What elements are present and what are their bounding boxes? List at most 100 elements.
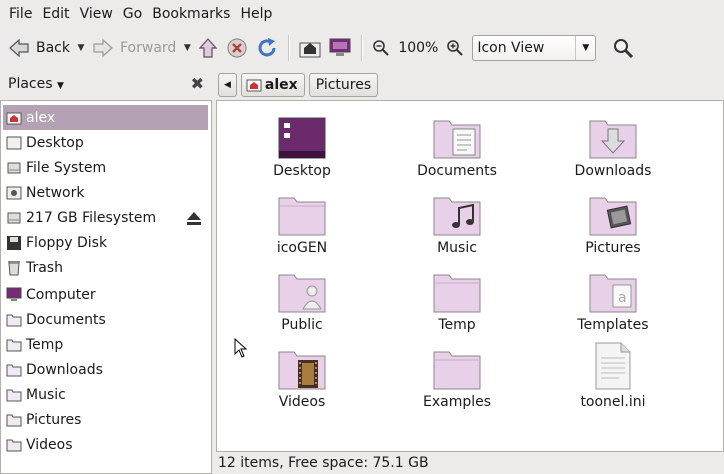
computer-icon: [6, 287, 22, 303]
sidebar-item-file-system[interactable]: File System: [3, 155, 208, 180]
file-label: Public: [281, 317, 323, 333]
file-label: Examples: [422, 394, 492, 410]
desktop-icon: [6, 135, 22, 151]
view-mode-select[interactable]: Icon View ▼: [472, 35, 597, 61]
file-item-templates[interactable]: a Templates: [553, 271, 673, 333]
file-item-music[interactable]: Music: [397, 194, 517, 256]
up-button[interactable]: [194, 32, 222, 64]
zoom-level: 100%: [398, 40, 439, 56]
zoom-out-icon: [373, 40, 390, 56]
toolbar-separator: [361, 35, 363, 61]
chevron-down-icon: ▼: [575, 36, 595, 60]
home-folder-icon: [6, 110, 22, 126]
sidebar-item-music[interactable]: Music: [3, 382, 208, 407]
stop-button[interactable]: [222, 32, 252, 64]
menu-help[interactable]: Help: [235, 0, 277, 28]
zoom-in-button[interactable]: [442, 32, 468, 64]
templates-folder-icon: a: [589, 274, 637, 313]
music-folder-icon: [433, 197, 481, 236]
path-bar: ◀ alex Pictures: [218, 72, 382, 98]
sidebar-item-documents[interactable]: Documents: [3, 307, 208, 332]
forward-button[interactable]: Forward: [88, 32, 180, 64]
path-crumb-label: alex: [264, 77, 298, 93]
zoom-in-icon: [447, 40, 464, 56]
back-history-dropdown[interactable]: ▼: [74, 32, 88, 64]
file-label: Downloads: [574, 163, 652, 179]
sidebar-item-label: Videos: [26, 436, 73, 453]
file-item-desktop[interactable]: Desktop: [242, 117, 362, 179]
menubar: File Edit View Go Bookmarks Help: [0, 0, 724, 28]
reload-button[interactable]: [252, 32, 282, 64]
sidebar-item-label: Pictures: [26, 411, 82, 428]
sidebar-item-label: Desktop: [26, 134, 84, 151]
sidebar-header: Places ▼ ✖: [0, 68, 212, 100]
file-label: Music: [437, 240, 477, 256]
folder-icon: [6, 337, 22, 353]
forward-history-dropdown[interactable]: ▼: [180, 32, 194, 64]
folder-icon: [6, 387, 22, 403]
menu-go[interactable]: Go: [118, 0, 147, 28]
menu-file[interactable]: File: [4, 0, 37, 28]
sidebar-item-computer[interactable]: Computer: [3, 282, 208, 307]
sidebar-item-videos[interactable]: Videos: [3, 432, 208, 457]
file-label: Desktop: [273, 163, 331, 179]
menu-view[interactable]: View: [75, 0, 118, 28]
menu-edit[interactable]: Edit: [37, 0, 74, 28]
back-button[interactable]: Back: [4, 32, 74, 64]
file-item-public[interactable]: Public: [242, 271, 362, 333]
sidebar-item-label: Temp: [26, 336, 64, 353]
forward-label: Forward: [120, 40, 177, 56]
sidebar-item-floppy-disk[interactable]: Floppy Disk: [3, 230, 208, 255]
file-item-pictures[interactable]: Pictures: [553, 194, 673, 256]
computer-button[interactable]: [325, 32, 355, 64]
floppy-icon: [6, 235, 22, 251]
path-scroll-left-button[interactable]: ◀: [218, 73, 237, 97]
up-arrow-icon: [198, 38, 218, 58]
view-mode-value: Icon View: [477, 40, 545, 56]
path-crumb-label: Pictures: [315, 77, 372, 93]
search-button[interactable]: [608, 32, 638, 64]
sidebar-item-downloads[interactable]: Downloads: [3, 357, 208, 382]
file-view: Desktop Documents Downloads icoGEN Music…: [216, 100, 724, 452]
path-crumb-pictures[interactable]: Pictures: [308, 73, 379, 97]
sidebar-item-label: Computer: [26, 286, 96, 303]
sidebar-item-network[interactable]: Network: [3, 180, 208, 205]
home-folder-icon: [246, 77, 262, 93]
file-item-videos[interactable]: Videos: [242, 348, 362, 410]
toolbar-separator: [288, 35, 290, 61]
file-item-temp[interactable]: Temp: [397, 271, 517, 333]
drive-icon: [6, 210, 22, 226]
file-item-icogen[interactable]: icoGEN: [242, 194, 362, 256]
public-folder-icon: [278, 274, 326, 313]
folder-icon: [6, 362, 22, 378]
chevron-down-icon: ▼: [56, 81, 64, 91]
videos-folder-icon: [278, 351, 326, 390]
eject-icon[interactable]: [186, 211, 202, 229]
back-label: Back: [36, 40, 70, 56]
file-item-downloads[interactable]: Downloads: [553, 117, 673, 179]
zoom-out-button[interactable]: [368, 32, 394, 64]
home-icon: [299, 42, 321, 58]
mouse-pointer-icon: [234, 337, 248, 362]
network-icon: [6, 185, 22, 201]
search-icon: [614, 39, 634, 59]
places-dropdown[interactable]: Places ▼: [8, 76, 64, 92]
desktop-folder-icon: [278, 117, 326, 159]
folder-icon: [6, 312, 22, 328]
file-item-examples[interactable]: Examples: [397, 348, 517, 410]
sidebar-item-alex[interactable]: alex: [3, 105, 208, 130]
folder-icon: [433, 274, 481, 313]
close-sidebar-icon[interactable]: ✖: [191, 74, 204, 93]
file-label: Pictures: [585, 240, 641, 256]
sidebar-item-217gb-filesystem[interactable]: 217 GB Filesystem: [3, 205, 208, 230]
sidebar-item-pictures[interactable]: Pictures: [3, 407, 208, 432]
file-label: icoGEN: [276, 240, 328, 256]
home-button[interactable]: [295, 32, 325, 64]
sidebar-item-desktop[interactable]: Desktop: [3, 130, 208, 155]
path-crumb-alex[interactable]: alex: [240, 73, 305, 97]
sidebar-item-trash[interactable]: Trash: [3, 255, 208, 280]
file-item-toonel-ini[interactable]: toonel.ini: [553, 342, 673, 410]
menu-bookmarks[interactable]: Bookmarks: [147, 0, 235, 28]
sidebar-item-temp[interactable]: Temp: [3, 332, 208, 357]
file-item-documents[interactable]: Documents: [397, 117, 517, 179]
